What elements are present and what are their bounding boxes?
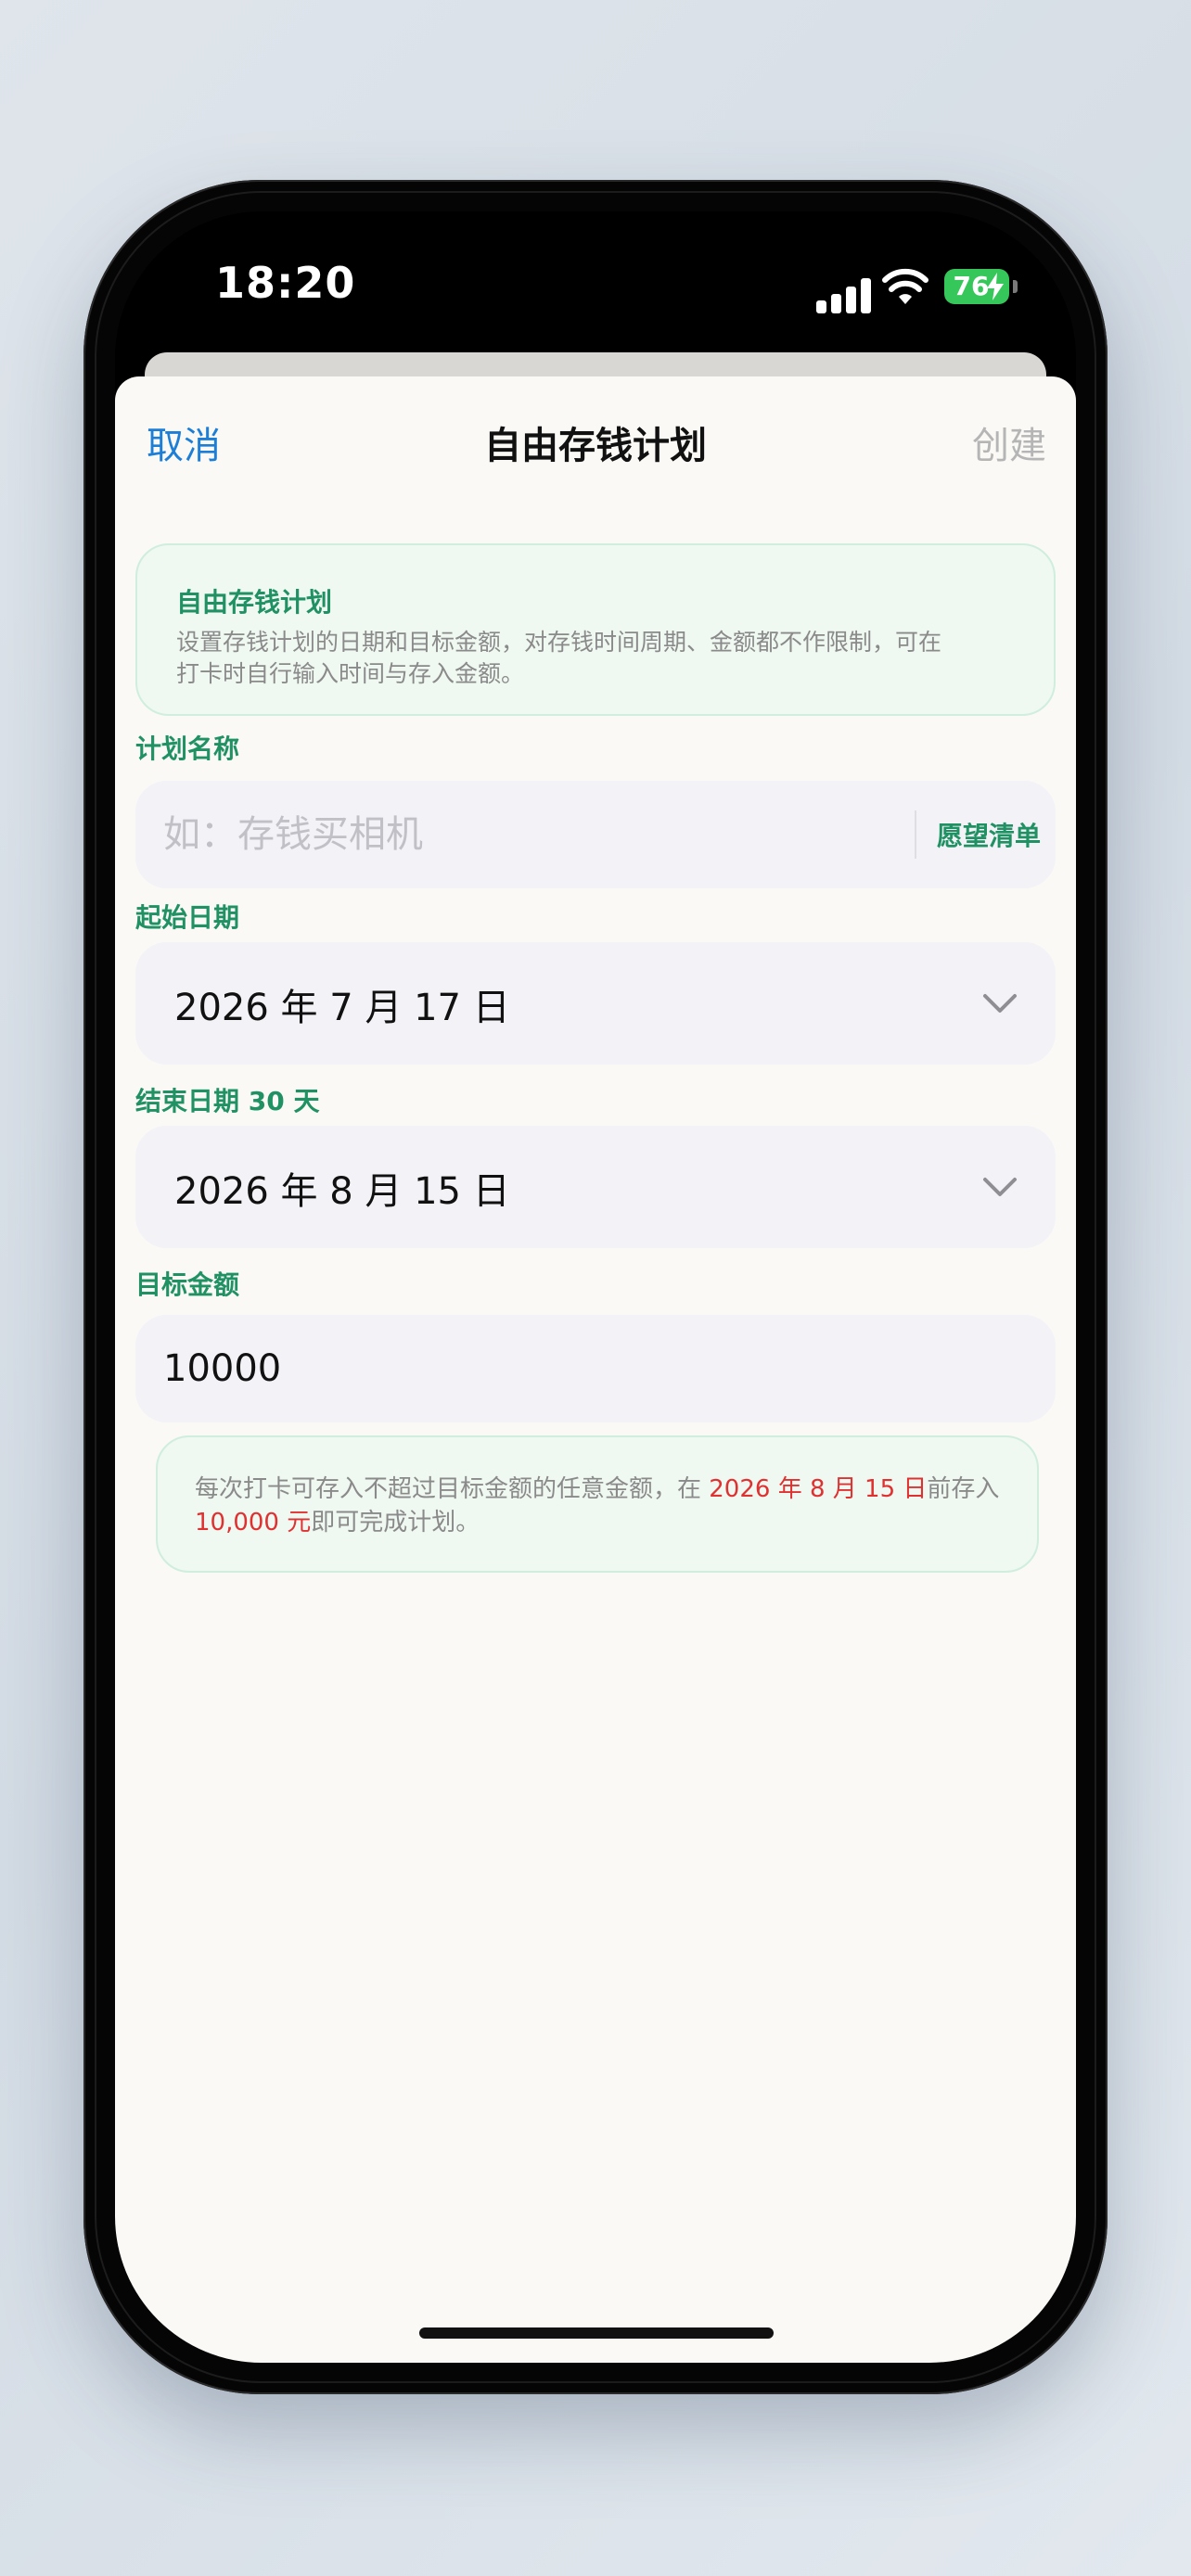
create-button[interactable]: 创建 [972,415,1046,469]
tip-text-1: 每次打卡可存入不超过目标金额的任意金额，在 [195,1475,710,1503]
info-description: 设置存钱计划的日期和目标金额，对存钱时间周期、金额都不作限制，可在 打卡时自行输… [176,627,1015,690]
plan-tip-card: 每次打卡可存入不超过目标金额的任意金额，在 2026 年 8 月 15 日前存入… [156,1435,1039,1573]
info-desc-line-1: 设置存钱计划的日期和目标金额，对存钱时间周期、金额都不作限制，可在 [176,629,942,656]
plan-info-card: 自由存钱计划 设置存钱计划的日期和目标金额，对存钱时间周期、金额都不作限制，可在… [135,543,1056,716]
info-desc-line-2: 打卡时自行输入时间与存入金额。 [176,660,525,687]
tip-text-3: 即可完成计划。 [311,1509,480,1537]
target-amount-input[interactable] [163,1315,998,1422]
status-bar: 18:20 76 [115,211,1076,349]
tip-amount: 10,000 元 [195,1509,312,1537]
home-indicator[interactable] [419,2327,774,2339]
end-date-value: 2026 年 8 月 15 日 [174,1170,510,1213]
tip-end-date: 2026 年 8 月 15 日 [709,1475,928,1503]
start-date-value: 2026 年 7 月 17 日 [174,987,510,1029]
charging-bolt-icon [987,273,1004,300]
battery-level: 76 [953,271,990,301]
start-date-picker[interactable]: 2026 年 7 月 17 日 [135,942,1056,1065]
phone-frame: 18:20 76 取消 自由存钱计划 创建 自由存钱计划 设置存钱计划的日期和目… [83,180,1108,2394]
field-divider [915,810,916,859]
battery-tip [1013,280,1018,293]
nav-bar: 取消 自由存钱计划 创建 [115,376,1076,506]
plan-name-field: 愿望清单 [135,781,1056,888]
create-plan-sheet: 取消 自由存钱计划 创建 自由存钱计划 设置存钱计划的日期和目标金额，对存钱时间… [115,376,1076,2363]
signal-icon [816,276,876,313]
chevron-down-icon [983,1178,1017,1196]
plan-name-input[interactable] [163,781,868,888]
target-amount-field [135,1315,1056,1422]
plan-name-label: 计划名称 [135,733,240,764]
end-date-picker[interactable]: 2026 年 8 月 15 日 [135,1126,1056,1248]
screen: 18:20 76 取消 自由存钱计划 创建 自由存钱计划 设置存钱计划的日期和目… [115,211,1076,2363]
tip-text-2: 前存入 [927,1475,1000,1503]
wifi-icon [882,268,928,304]
end-date-label: 结束日期 30 天 [135,1086,320,1116]
target-amount-label: 目标金额 [135,1269,240,1300]
page-title: 自由存钱计划 [484,425,707,467]
start-date-label: 起始日期 [135,902,240,933]
wishlist-button[interactable]: 愿望清单 [937,816,1041,853]
status-time: 18:20 [215,258,356,308]
chevron-down-icon [983,994,1017,1013]
info-title: 自由存钱计划 [176,587,333,618]
